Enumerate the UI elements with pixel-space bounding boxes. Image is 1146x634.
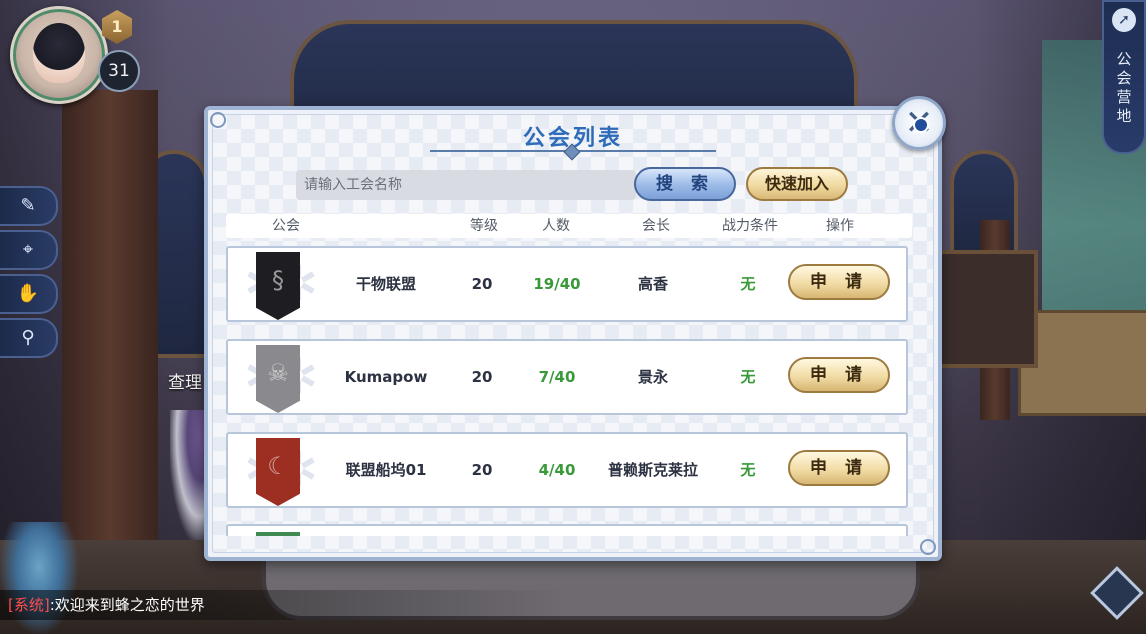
col-header-power: 战力条件 (722, 218, 778, 234)
guild-leader: 普赖斯克莱拉 (607, 461, 698, 479)
quick-join-button[interactable]: 快速加入 (746, 167, 848, 201)
guild-name: Kumapow (344, 368, 428, 386)
system-chat-bar[interactable]: [系统]:欢迎来到蜂之恋的世界 (0, 590, 568, 620)
guild-name: 干物联盟 (355, 275, 416, 293)
guild-members: 4/40 (538, 461, 576, 479)
guild-leader: 景永 (637, 368, 668, 386)
moon-emblem-icon: ☾ (267, 452, 289, 480)
npc-name-label: 查理 (168, 373, 202, 393)
guild-banner-icon: ☠ (256, 345, 300, 413)
guild-level: 20 (471, 461, 493, 479)
guild-power-req: 无 (740, 461, 756, 479)
guild-camp-tab[interactable]: ➚ 公会营地 (1102, 0, 1146, 154)
guild-banner-icon: ☾ (256, 438, 300, 506)
guild-row[interactable]: ✲✲ ☾ 联盟船坞01 20 4/40 普赖斯克莱拉 无 申 请 (226, 432, 908, 508)
guild-table-header: 公会 等级 人数 会长 战力条件 操作 (226, 214, 912, 238)
close-gem-icon (913, 117, 929, 133)
guild-row-partial[interactable] (226, 524, 908, 536)
col-header-guild: 公会 (272, 218, 300, 234)
chat-channel-tag: [系统] (8, 596, 50, 614)
search-button[interactable]: 搜 索 (634, 167, 736, 201)
col-header-members: 人数 (542, 218, 570, 234)
side-menu: ✎ ⌖ ✋ ⚲ (0, 186, 58, 362)
close-button[interactable]: ✕ (892, 96, 946, 150)
avatar-portrait (33, 23, 85, 83)
guild-banner-icon (256, 532, 300, 536)
col-header-leader: 会长 (642, 218, 670, 234)
chat-icon[interactable]: ✎ (0, 186, 58, 226)
compass-icon: ➚ (1112, 8, 1136, 32)
dragon-emblem-icon: § (272, 266, 284, 294)
col-header-action: 操作 (826, 218, 854, 234)
guild-row[interactable]: ✲✲ ☠ Kumapow 20 7/40 景永 无 申 请 (226, 339, 908, 415)
guild-members: 7/40 (538, 368, 576, 386)
handshake-icon[interactable]: ✋ (0, 274, 58, 314)
guild-camp-label: 公会营地 (1116, 50, 1132, 125)
magnifier-icon[interactable]: ⚲ (0, 318, 58, 358)
guild-name: 联盟船坞01 (345, 461, 427, 479)
player-level: 31 (98, 50, 140, 92)
skull-emblem-icon: ☠ (267, 359, 289, 387)
notice-board (930, 250, 1038, 368)
guild-level: 20 (471, 368, 493, 386)
guild-power-req: 无 (740, 368, 756, 386)
apply-button[interactable]: 申 请 (788, 450, 890, 486)
chat-message: :欢迎来到蜂之恋的世界 (49, 596, 205, 614)
player-avatar[interactable] (10, 6, 108, 104)
guild-level: 20 (471, 275, 493, 293)
guild-banner-icon: § (256, 252, 300, 320)
guild-members: 19/40 (533, 275, 581, 293)
guild-row[interactable]: ✲✲ § 干物联盟 20 19/40 高香 无 申 请 (226, 246, 908, 322)
guild-search-input[interactable] (296, 170, 636, 200)
col-header-level: 等级 (470, 218, 498, 234)
guild-leader: 高香 (637, 275, 668, 293)
guild-power-req: 无 (740, 275, 756, 293)
corner-ornament (920, 539, 936, 555)
apply-button[interactable]: 申 请 (788, 264, 890, 300)
apply-button[interactable]: 申 请 (788, 357, 890, 393)
map-pin-icon[interactable]: ⌖ (0, 230, 58, 270)
guild-list: ✲✲ § 干物联盟 20 19/40 高香 无 申 请 ✲✲ ☠ Kumapow… (226, 244, 910, 536)
